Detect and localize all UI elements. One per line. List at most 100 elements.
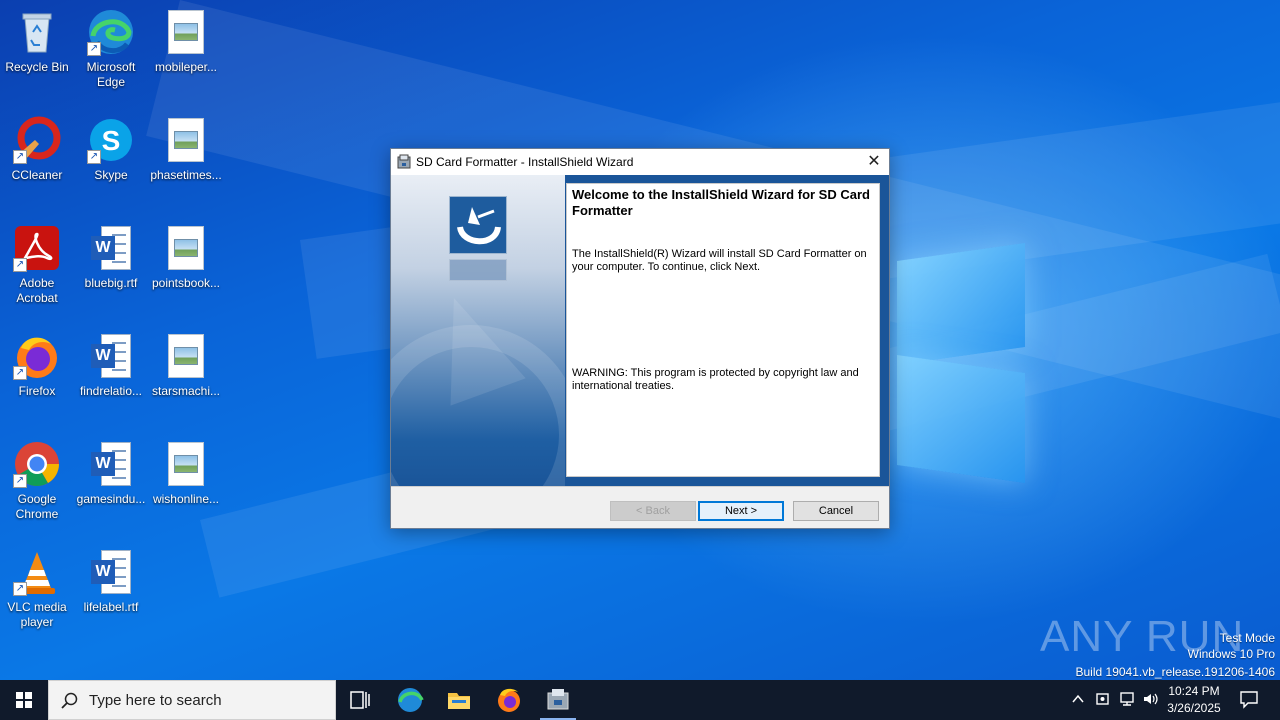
word-doc-icon: W <box>91 550 131 594</box>
desktop-icon-adobe-acrobat[interactable]: ↗ Adobe Acrobat <box>0 224 74 306</box>
wizard-title: SD Card Formatter - InstallShield Wizard <box>416 155 634 169</box>
clock-date: 3/26/2025 <box>1167 701 1221 715</box>
svg-text:S: S <box>102 125 121 156</box>
taskbar-file-explorer[interactable] <box>435 680 483 720</box>
word-doc-icon: W <box>91 226 131 270</box>
network-icon[interactable] <box>1118 690 1136 712</box>
desktop-icon-label: lifelabel.rtf <box>83 600 139 614</box>
wizard-heading: Welcome to the InstallShield Wizard for … <box>572 187 870 218</box>
clock-time: 10:24 PM <box>1168 684 1220 698</box>
cancel-button[interactable]: Cancel <box>793 501 879 521</box>
desktop-icon-label: starsmachi... <box>151 384 220 398</box>
desktop-icon-label: wishonline... <box>152 492 220 506</box>
notification-center-icon[interactable] <box>1239 689 1259 713</box>
taskbar-installer[interactable] <box>534 680 582 720</box>
image-file-icon <box>168 10 204 54</box>
word-doc-icon: W <box>91 442 131 486</box>
desktop-icon-label: gamesindu... <box>76 492 146 506</box>
word-doc-icon: W <box>91 334 131 378</box>
shortcut-arrow-icon: ↗ <box>13 258 27 272</box>
wizard-side-banner <box>391 175 565 486</box>
installer-app-icon <box>396 154 412 170</box>
firefox-icon: ↗ <box>13 332 61 380</box>
wizard-warning-text: WARNING: This program is protected by co… <box>572 367 859 392</box>
taskbar-clock[interactable]: 10:24 PM 3/26/2025 <box>1162 683 1226 717</box>
image-file-icon <box>168 334 204 378</box>
installshield-wizard-window: SD Card Formatter - InstallShield Wizard… <box>390 148 890 529</box>
desktop-icon-google-chrome[interactable]: ↗ Google Chrome <box>0 440 74 522</box>
acrobat-icon: ↗ <box>13 224 61 272</box>
image-file-icon <box>168 226 204 270</box>
recycle-bin-icon <box>13 8 61 56</box>
close-icon[interactable]: ✕ <box>859 149 889 175</box>
desktop-icon-gamesindu[interactable]: W gamesindu... <box>74 440 148 507</box>
installer-app-icon <box>547 689 569 710</box>
shortcut-arrow-icon: ↗ <box>13 366 27 380</box>
volume-icon[interactable] <box>1142 690 1160 712</box>
desktop-icon-label: Microsoft Edge <box>86 60 136 89</box>
desktop-icon-wishonline[interactable]: wishonline... <box>149 440 223 507</box>
shortcut-arrow-icon: ↗ <box>87 42 101 56</box>
desktop-icon-phasetimes[interactable]: phasetimes... <box>149 116 223 183</box>
wizard-title-bar[interactable]: SD Card Formatter - InstallShield Wizard… <box>391 149 889 175</box>
installshield-logo-icon <box>449 196 507 254</box>
shortcut-arrow-icon: ↗ <box>13 150 27 164</box>
desktop-icon-label: pointsbook... <box>151 276 221 290</box>
desktop-icon-ccleaner[interactable]: ↗ CCleaner <box>0 116 74 183</box>
test-mode-label: Test Mode <box>1219 631 1275 645</box>
edge-icon <box>398 688 424 712</box>
desktop-icon-label: CCleaner <box>11 168 63 182</box>
taskbar-edge[interactable] <box>386 680 434 720</box>
task-view-button[interactable] <box>336 680 384 720</box>
firefox-icon <box>498 688 520 712</box>
next-button[interactable]: Next > <box>698 501 784 521</box>
folder-icon <box>448 693 470 709</box>
wizard-welcome-panel: Welcome to the InstallShield Wizard for … <box>566 183 880 477</box>
desktop-icon-mobileper[interactable]: mobileper... <box>149 8 223 75</box>
taskbar: Type here to search 10:24 PM 3/26/2025 <box>0 680 1280 720</box>
desktop-icon-label: Skype <box>94 168 128 182</box>
desktop-icon-lifelabel[interactable]: W lifelabel.rtf <box>74 548 148 615</box>
windows-logo-wallpaper <box>875 240 1035 485</box>
shortcut-arrow-icon: ↗ <box>87 150 101 164</box>
logo-reflection <box>449 259 507 281</box>
desktop-icon-label: bluebig.rtf <box>84 276 138 290</box>
desktop-icon-skype[interactable]: S ↗ Skype <box>74 116 148 183</box>
desktop-icon-label: Adobe Acrobat <box>16 276 58 305</box>
desktop-icon-pointsbook[interactable]: pointsbook... <box>149 224 223 291</box>
desktop-icon-label: phasetimes... <box>150 168 222 182</box>
desktop-icon-vlc[interactable]: ↗ VLC media player <box>0 548 74 630</box>
desktop-icon-recycle-bin[interactable]: Recycle Bin <box>0 8 74 75</box>
desktop-icon-firefox[interactable]: ↗ Firefox <box>0 332 74 399</box>
edge-icon: ↗ <box>87 8 135 56</box>
vlc-icon: ↗ <box>13 548 61 596</box>
search-placeholder: Type here to search <box>89 692 222 709</box>
image-file-icon <box>168 442 204 486</box>
desktop-icon-label: findrelatio... <box>79 384 143 398</box>
desktop-icon-bluebig[interactable]: W bluebig.rtf <box>74 224 148 291</box>
task-view-icon <box>350 691 370 709</box>
ccleaner-icon: ↗ <box>13 116 61 164</box>
desktop-icon-label: Firefox <box>18 384 56 398</box>
skype-icon: S ↗ <box>87 116 135 164</box>
taskbar-firefox[interactable] <box>485 680 533 720</box>
start-button[interactable] <box>0 680 48 720</box>
back-button[interactable]: < Back <box>610 501 696 521</box>
desktop-icon-starsmachi[interactable]: starsmachi... <box>149 332 223 399</box>
taskbar-search-box[interactable]: Type here to search <box>48 680 336 720</box>
windows-edition-label: Windows 10 Pro <box>1187 647 1275 661</box>
desktop-icon-label: Recycle Bin <box>5 60 69 74</box>
meet-now-icon[interactable] <box>1095 690 1111 712</box>
chrome-icon: ↗ <box>13 440 61 488</box>
shortcut-arrow-icon: ↗ <box>13 474 27 488</box>
desktop-icon-findrelatio[interactable]: W findrelatio... <box>74 332 148 399</box>
shortcut-arrow-icon: ↗ <box>13 582 27 596</box>
build-label: Build 19041.vb_release.191206-1406 <box>1075 665 1276 679</box>
search-icon <box>61 692 78 709</box>
desktop-icon-label: mobileper... <box>154 60 218 74</box>
chevron-up-icon[interactable] <box>1071 690 1085 712</box>
wizard-body-text: The InstallShield(R) Wizard will install… <box>572 248 867 273</box>
desktop-icon-label: VLC media player <box>7 600 67 629</box>
desktop-icon-microsoft-edge[interactable]: ↗ Microsoft Edge <box>74 8 148 90</box>
image-file-icon <box>168 118 204 162</box>
